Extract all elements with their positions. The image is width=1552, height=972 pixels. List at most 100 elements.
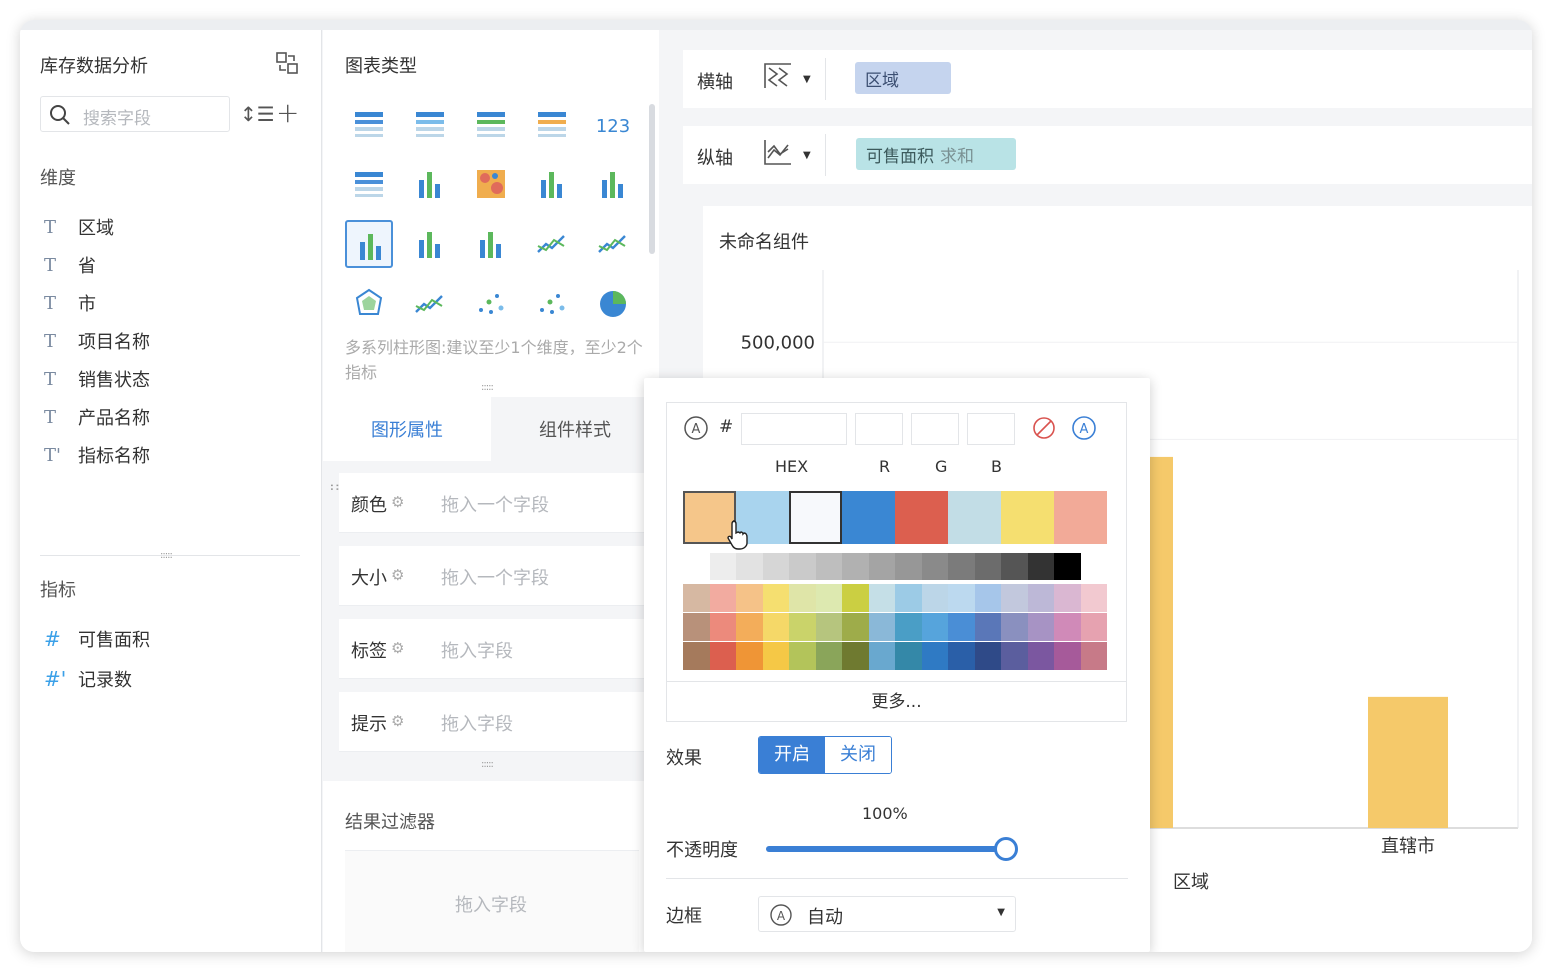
color-swatch[interactable]	[789, 491, 842, 544]
palette-swatch[interactable]	[842, 584, 869, 612]
gray-swatch[interactable]	[921, 553, 948, 580]
palette-swatch[interactable]	[789, 584, 816, 612]
border-select[interactable]: A 自动 ▼	[758, 896, 1016, 932]
kpi-number-icon[interactable]: 123	[589, 100, 637, 148]
table-icon[interactable]	[345, 100, 393, 148]
palette-swatch[interactable]	[762, 584, 789, 612]
palette-swatch[interactable]	[683, 584, 710, 612]
palette-swatch[interactable]	[921, 584, 948, 612]
bubble-icon[interactable]	[528, 280, 576, 328]
color-drop-zone[interactable]: 颜色 ⚙ 拖入一个字段	[339, 473, 659, 533]
gray-swatch[interactable]	[789, 553, 816, 580]
gray-swatch[interactable]	[1001, 553, 1028, 580]
dimension-field[interactable]: T 产品名称	[44, 404, 150, 430]
tab-component-style[interactable]: 组件样式	[491, 397, 659, 461]
gray-swatch[interactable]	[1027, 553, 1054, 580]
palette-swatch[interactable]	[1080, 613, 1107, 641]
palette-swatch[interactable]	[1027, 613, 1054, 641]
dimension-field[interactable]: T 区域	[44, 214, 114, 240]
gray-swatch[interactable]	[868, 553, 895, 580]
palette-swatch[interactable]	[736, 642, 763, 670]
pie-icon[interactable]	[589, 280, 637, 328]
stream-icon[interactable]	[528, 220, 576, 268]
gray-swatch[interactable]	[974, 553, 1001, 580]
palette-swatch[interactable]	[868, 613, 895, 641]
x-axis-field-pill[interactable]: 区域	[855, 62, 951, 94]
filter-drop-zone[interactable]: 拖入字段	[345, 850, 639, 952]
palette-swatch[interactable]	[1027, 642, 1054, 670]
palette-swatch[interactable]	[1054, 613, 1081, 641]
palette-swatch[interactable]	[921, 642, 948, 670]
palette-swatch[interactable]	[1080, 642, 1107, 670]
add-field-icon[interactable]: +	[276, 96, 299, 129]
palette-swatch[interactable]	[1054, 584, 1081, 612]
measure-field[interactable]: # 可售面积	[44, 626, 150, 652]
size-drop-zone[interactable]: 大小 ⚙ 拖入一个字段	[339, 546, 659, 606]
palette-swatch[interactable]	[895, 584, 922, 612]
dimension-field[interactable]: T 销售状态	[44, 366, 150, 392]
auto-color-icon[interactable]: A	[683, 415, 709, 441]
tooltip-drop-zone[interactable]: 提示 ⚙ 拖入字段	[339, 692, 659, 752]
palette-swatch[interactable]	[895, 613, 922, 641]
detail-table-icon[interactable]	[467, 100, 515, 148]
palette-swatch[interactable]	[974, 613, 1001, 641]
color-swatch[interactable]	[895, 491, 948, 544]
palette-swatch[interactable]	[736, 584, 763, 612]
heatmap-icon[interactable]	[467, 160, 515, 208]
palette-swatch[interactable]	[789, 642, 816, 670]
radar-icon[interactable]	[345, 280, 393, 328]
palette-swatch[interactable]	[815, 584, 842, 612]
no-color-icon[interactable]	[1031, 415, 1057, 441]
palette-swatch[interactable]	[842, 613, 869, 641]
chevron-down-icon[interactable]: ▼	[803, 74, 811, 85]
gray-swatch[interactable]	[736, 553, 763, 580]
palette-swatch[interactable]	[948, 613, 975, 641]
tab-graph-properties[interactable]: 图形属性	[323, 397, 491, 461]
scrollbar[interactable]	[649, 104, 655, 254]
crosstab-icon[interactable]	[406, 100, 454, 148]
more-colors-button[interactable]: 更多...	[667, 681, 1126, 721]
palette-swatch[interactable]	[921, 613, 948, 641]
palette-swatch[interactable]	[1001, 642, 1028, 670]
palette-swatch[interactable]	[948, 642, 975, 670]
effect-off-button[interactable]: 关闭	[825, 737, 891, 773]
color-swatch[interactable]	[1054, 491, 1107, 544]
scatter-icon[interactable]	[467, 280, 515, 328]
dimension-field[interactable]: T' 指标名称	[44, 442, 150, 468]
palette-swatch[interactable]	[683, 642, 710, 670]
multi-series-column-icon[interactable]	[345, 220, 393, 268]
gray-swatch[interactable]	[1054, 553, 1081, 580]
column-icon[interactable]	[589, 160, 637, 208]
gray-swatch[interactable]	[948, 553, 975, 580]
palette-swatch[interactable]	[709, 584, 736, 612]
resize-handle[interactable]: :::::	[481, 382, 494, 393]
b-input[interactable]	[967, 413, 1015, 445]
dimension-field[interactable]: T省	[44, 252, 96, 278]
palette-swatch[interactable]	[683, 613, 710, 641]
gray-swatch[interactable]	[709, 553, 736, 580]
palette-swatch[interactable]	[1001, 584, 1028, 612]
hex-input[interactable]	[741, 413, 847, 445]
axis-type-icon[interactable]	[763, 62, 793, 97]
search-field-box[interactable]: 搜索字段	[40, 96, 230, 132]
y-axis-field-pill[interactable]: 可售面积 求和	[856, 138, 1016, 170]
palette-swatch[interactable]	[709, 642, 736, 670]
step-icon[interactable]	[467, 220, 515, 268]
gear-icon[interactable]: ⚙	[391, 566, 404, 584]
palette-swatch[interactable]	[1054, 642, 1081, 670]
dimension-field[interactable]: T市	[44, 290, 96, 316]
palette-swatch[interactable]	[1080, 584, 1107, 612]
palette-swatch[interactable]	[789, 613, 816, 641]
color-swatch[interactable]	[842, 491, 895, 544]
palette-swatch[interactable]	[815, 642, 842, 670]
range-icon[interactable]	[406, 160, 454, 208]
palette-swatch[interactable]	[974, 642, 1001, 670]
palette-swatch[interactable]	[1001, 613, 1028, 641]
palette-swatch[interactable]	[709, 613, 736, 641]
gear-icon[interactable]: ⚙	[391, 493, 404, 511]
color-swatch[interactable]	[1001, 491, 1054, 544]
gray-swatch[interactable]	[762, 553, 789, 580]
palette-swatch[interactable]	[948, 584, 975, 612]
palette-swatch[interactable]	[762, 642, 789, 670]
search-input[interactable]: 搜索字段	[83, 104, 151, 129]
